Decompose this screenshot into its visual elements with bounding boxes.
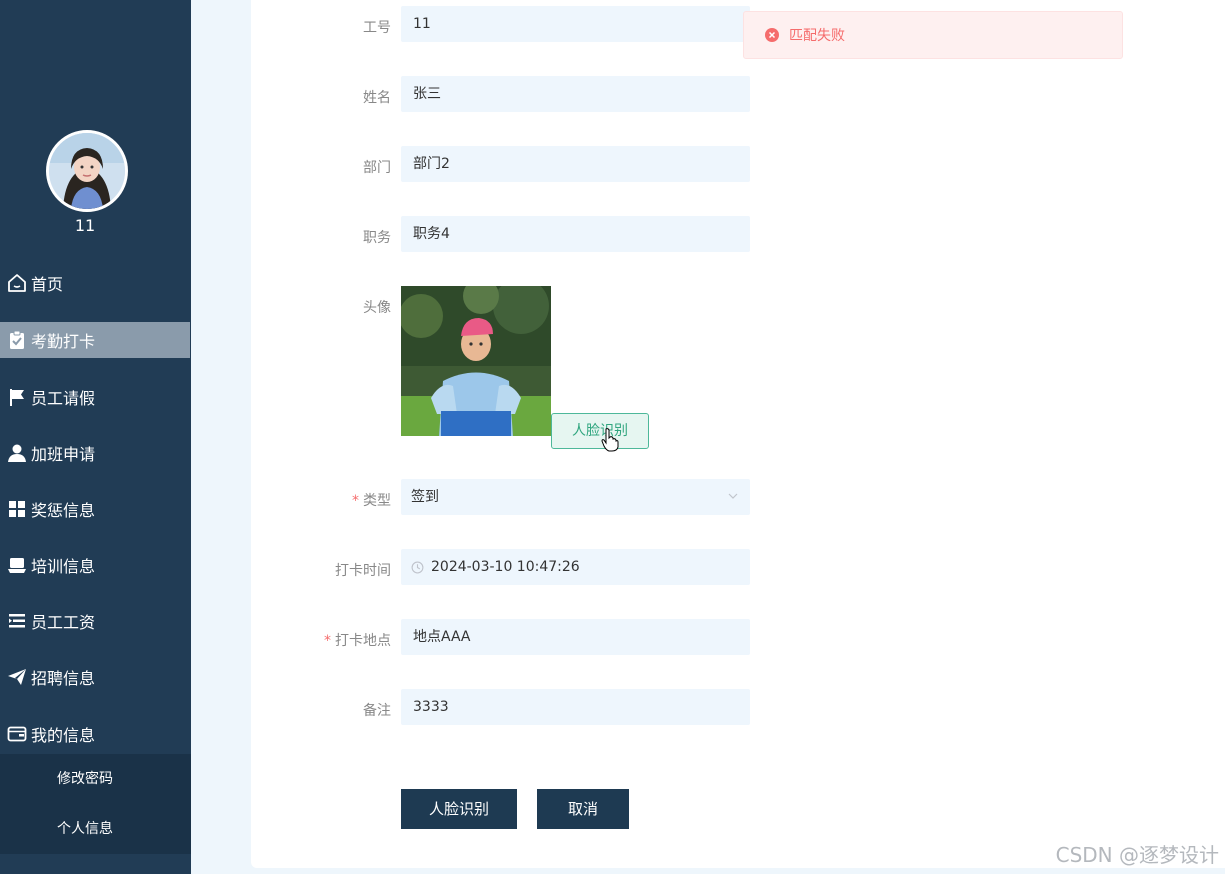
sidebar: 11 首页 考勤打卡 员工请假 加班申请 奖惩信息 培训信息 员工工资 招聘信息…	[0, 0, 191, 874]
label-type: * 类型	[352, 493, 391, 509]
submenu-change-password[interactable]: 修改密码	[0, 764, 170, 794]
sidebar-item-label: 招聘信息	[31, 669, 96, 688]
type-select[interactable]: 签到	[401, 479, 750, 515]
hand-cursor-icon	[601, 428, 619, 456]
clipboard-check-icon	[5, 328, 29, 352]
label-department: 部门	[363, 160, 391, 176]
type-select-value: 签到	[411, 489, 439, 505]
label-employee-no: 工号	[363, 20, 391, 36]
user-name: 11	[74, 216, 96, 235]
position-input[interactable]: 职务4	[401, 216, 750, 252]
sidebar-item-home[interactable]: 首页	[0, 265, 191, 301]
user-icon	[5, 441, 29, 465]
location-input[interactable]: 地点AAA	[401, 619, 750, 655]
sidebar-item-leave[interactable]: 员工请假	[0, 379, 191, 415]
sidebar-item-overtime[interactable]: 加班申请	[0, 435, 191, 471]
clock-icon	[411, 561, 424, 574]
paper-plane-icon	[5, 665, 29, 689]
sidebar-item-label: 培训信息	[31, 557, 96, 576]
list-icon	[5, 609, 29, 633]
sidebar-item-salary[interactable]: 员工工资	[0, 603, 191, 639]
label-position: 职务	[363, 230, 391, 246]
sidebar-item-label: 员工请假	[31, 389, 96, 408]
clock-time-input[interactable]: 2024-03-10 10:47:26	[401, 549, 750, 585]
sidebar-item-training[interactable]: 培训信息	[0, 547, 191, 583]
label-remark: 备注	[363, 703, 391, 719]
chevron-down-icon	[728, 479, 738, 515]
main-panel	[251, 0, 1225, 868]
sidebar-item-rewards[interactable]: 奖惩信息	[0, 491, 191, 527]
watermark: CSDN @逐梦设计	[1055, 843, 1219, 867]
clock-time-value: 2024-03-10 10:47:26	[431, 559, 580, 575]
my-info-submenu: 修改密码 个人信息	[0, 754, 191, 854]
user-avatar[interactable]	[46, 130, 128, 212]
sidebar-item-label: 加班申请	[31, 445, 96, 464]
sidebar-item-recruitment[interactable]: 招聘信息	[0, 659, 191, 695]
label-location: * 打卡地点	[324, 633, 391, 649]
label-avatar: 头像	[363, 300, 391, 316]
employee-no-input[interactable]: 11	[401, 6, 750, 42]
sidebar-item-label: 考勤打卡	[31, 332, 96, 351]
cancel-button[interactable]: 取消	[537, 789, 629, 829]
sidebar-item-my-info[interactable]: 我的信息	[0, 716, 191, 752]
face-recognition-submit-button[interactable]: 人脸识别	[401, 789, 517, 829]
sidebar-item-label: 首页	[31, 275, 64, 294]
grid-icon	[5, 497, 29, 521]
laptop-icon	[5, 553, 29, 577]
label-clock-time: 打卡时间	[335, 563, 391, 579]
submenu-personal-info[interactable]: 个人信息	[0, 814, 170, 844]
face-recognition-button-small[interactable]: 人脸识别	[551, 413, 649, 449]
sidebar-item-label: 奖惩信息	[31, 501, 96, 520]
name-input[interactable]: 张三	[401, 76, 750, 112]
wallet-icon	[5, 722, 29, 746]
toast-message: 匹配失败	[789, 28, 845, 44]
error-circle-icon	[765, 28, 779, 42]
flag-icon	[5, 385, 29, 409]
avatar-photo	[401, 286, 551, 436]
label-name: 姓名	[363, 90, 391, 106]
remark-input[interactable]: 3333	[401, 689, 750, 725]
error-toast: 匹配失败	[743, 11, 1123, 59]
department-input[interactable]: 部门2	[401, 146, 750, 182]
sidebar-item-label: 我的信息	[31, 726, 96, 745]
sidebar-item-label: 员工工资	[31, 613, 96, 632]
sidebar-item-attendance[interactable]: 考勤打卡	[0, 322, 190, 358]
home-icon	[5, 271, 29, 295]
